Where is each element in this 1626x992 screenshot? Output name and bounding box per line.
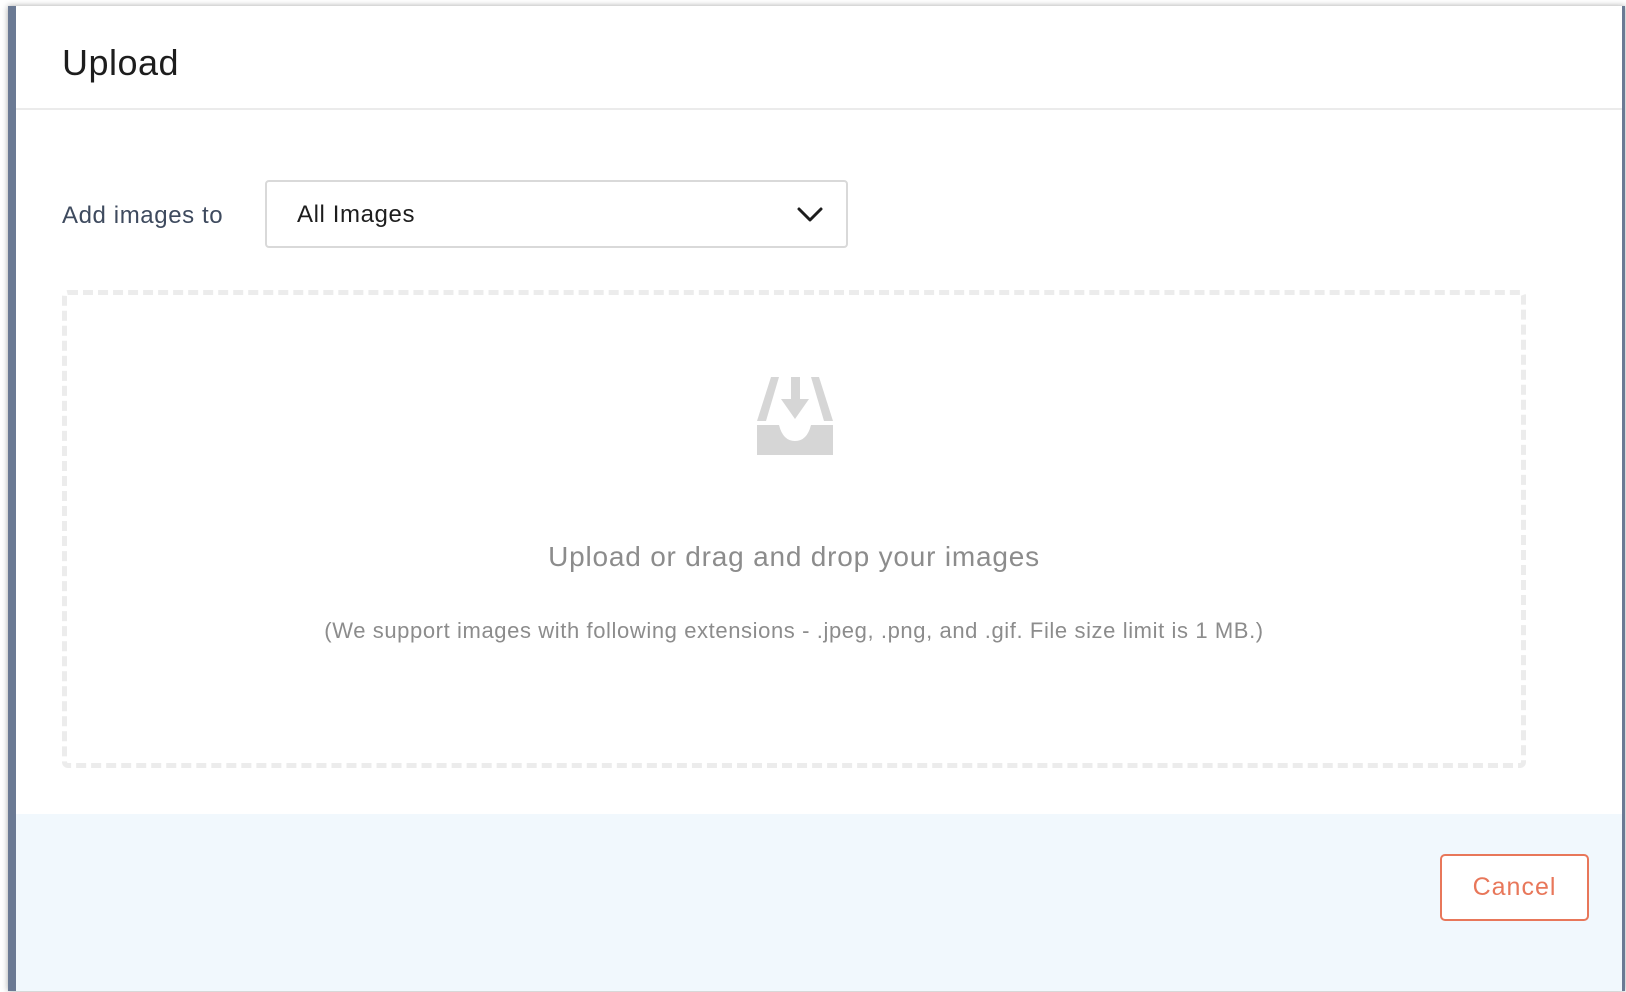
album-select[interactable]: All Images	[265, 180, 848, 248]
dialog-body: Add images to All Images Upload or drag …	[16, 110, 1622, 814]
album-select-value: All Images	[297, 201, 416, 228]
dialog-header: Upload	[16, 6, 1622, 110]
chevron-down-icon	[797, 207, 823, 222]
inbox-download-icon	[757, 377, 833, 455]
dropzone-help-text: (We support images with following extens…	[324, 618, 1264, 643]
dialog-footer: Cancel	[16, 814, 1622, 991]
upload-dialog: Upload Add images to All Images Upload o…	[8, 6, 1625, 991]
image-dropzone[interactable]: Upload or drag and drop your images (We …	[62, 290, 1526, 768]
dropzone-title: Upload or drag and drop your images	[548, 541, 1040, 572]
add-images-to-label: Add images to	[62, 202, 224, 229]
dialog-title: Upload	[62, 42, 180, 83]
cancel-button[interactable]: Cancel	[1440, 854, 1589, 921]
